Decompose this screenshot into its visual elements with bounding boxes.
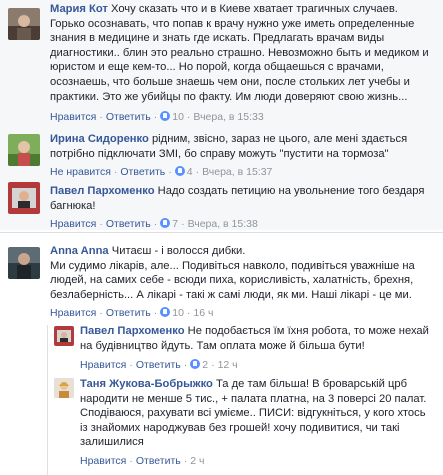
- comment-text-line: диагностики.. блин это реально страшно. …: [50, 46, 429, 59]
- comment-text-line: Хочу сказать что и в Киеве хватает траги…: [111, 3, 398, 15]
- avatar-photo-icon: [8, 247, 40, 279]
- like-count[interactable]: 2: [202, 359, 208, 371]
- comment-text-line: Та де там більша! В броварській црб: [215, 378, 408, 390]
- like-button[interactable]: Нравится: [50, 111, 96, 123]
- comment-author[interactable]: Павел Пархоменко: [50, 185, 155, 197]
- comment-author[interactable]: Павел Пархоменко: [80, 325, 185, 337]
- comment-author[interactable]: Таня Жукова-Бобрыжко: [80, 378, 213, 390]
- avatar-photo-icon: [8, 182, 40, 214]
- comment-text-line: юристом и еще кем-то... Но порой, когда …: [50, 61, 384, 74]
- like-count[interactable]: 10: [172, 307, 184, 319]
- comment-timestamp[interactable]: Вчера, в 15:38: [188, 218, 258, 230]
- comment-text-line: Сподіваюся, рахувати всі умієме.. ПИСИ: …: [80, 407, 426, 420]
- comment-text-line: рідним, звісно, зараз не цього, але мені…: [151, 133, 408, 145]
- comment-author[interactable]: Мария Кот: [50, 3, 108, 15]
- like-button[interactable]: Нравится: [80, 455, 126, 467]
- reply-button[interactable]: Ответить: [136, 359, 181, 371]
- comment-text-line: практики. Это же убийцы по факту. Им люд…: [50, 90, 408, 103]
- avatar[interactable]: [8, 247, 40, 279]
- like-count[interactable]: 10: [172, 111, 184, 123]
- like-count-icon: [160, 111, 171, 121]
- comment-author[interactable]: Ирина Сидоренко: [50, 133, 149, 145]
- reply-thread-line: [47, 325, 48, 475]
- comment-author[interactable]: Anna Anna: [50, 245, 109, 257]
- like-count-icon: [190, 359, 201, 369]
- avatar[interactable]: [8, 134, 40, 166]
- comment-actions: Нравится · Ответить · 2 ч: [80, 455, 205, 467]
- comment-actions: Не нравится · Ответить · 4 · Вчера, в 15:37: [50, 166, 273, 178]
- comment-timestamp[interactable]: Вчера, в 15:37: [202, 166, 272, 178]
- comment-text-line: із знайомих народжував без грошей! хочу …: [80, 421, 400, 434]
- like-button[interactable]: Нравится: [50, 307, 96, 319]
- reply-button[interactable]: Ответить: [106, 111, 151, 123]
- avatar[interactable]: [54, 326, 74, 346]
- thread-divider: [0, 232, 443, 233]
- like-count[interactable]: 4: [187, 166, 193, 178]
- like-count[interactable]: 7: [172, 218, 178, 230]
- comment-text-line: на будівництво йдуть. Там оплата може й …: [80, 339, 365, 352]
- avatar-photo-icon: [54, 326, 74, 346]
- comment-text-line: знания в медицине и знать где искать. Пр…: [50, 32, 385, 45]
- comment-text-line: людей, на самих себе - всюди пиха, корис…: [50, 274, 414, 287]
- comment-text-line: народити не менше 5 тис., + палата платн…: [80, 392, 427, 405]
- like-count-icon: [174, 166, 185, 176]
- avatar[interactable]: [8, 182, 40, 214]
- like-button[interactable]: Нравится: [80, 359, 126, 371]
- reply-button[interactable]: Ответить: [136, 455, 181, 467]
- comment-text-line: Читаєш - і волосся дибки.: [111, 245, 246, 257]
- unlike-button[interactable]: Не нравится: [50, 166, 111, 178]
- comment-text-line: Горько осознавать, что попав к врачу нуж…: [50, 17, 415, 30]
- reply-button[interactable]: Ответить: [120, 166, 165, 178]
- avatar-photo-icon: [54, 378, 74, 398]
- comment-timestamp[interactable]: 12 ч: [218, 359, 238, 371]
- comment-timestamp[interactable]: 2 ч: [190, 455, 204, 467]
- comment-actions: Нравится · Ответить · 2 · 12 ч: [80, 359, 238, 371]
- comment-timestamp[interactable]: Вчера, в 15:33: [193, 111, 263, 123]
- avatar[interactable]: [54, 378, 74, 398]
- comment-actions: Нравится · Ответить · 10 · 16 ч: [50, 307, 214, 319]
- comment-text-line: залишилися: [80, 436, 144, 449]
- avatar-photo-icon: [8, 8, 40, 40]
- reply-button[interactable]: Ответить: [106, 218, 151, 230]
- comment-text-line: Не подобається їм їхня робота, то може н…: [187, 325, 429, 337]
- reply-button[interactable]: Ответить: [106, 307, 151, 319]
- comment-text-line: безлаберність... А лікарі - такі ж самі …: [50, 288, 412, 301]
- comment-timestamp[interactable]: 16 ч: [193, 307, 213, 319]
- avatar-photo-icon: [8, 134, 40, 166]
- comment-text-line: потрібно підключати ЗМІ, бо справу можут…: [50, 147, 389, 160]
- avatar[interactable]: [8, 8, 40, 40]
- like-count-icon: [160, 307, 171, 317]
- comment-text-line: осознаешь, что больше знаешь чем они, по…: [50, 75, 410, 88]
- comment-text-line: Ми судимо лікарів, але... Подивіться нав…: [50, 259, 415, 272]
- comment-actions: Нравится · Ответить · 10 · Вчера, в 15:33: [50, 111, 264, 123]
- comment-actions: Нравится · Ответить · 7 · Вчера, в 15:38: [50, 218, 258, 230]
- comment-text-line: Надо создать петицию на увольнение того …: [157, 185, 425, 197]
- like-count-icon: [160, 218, 171, 228]
- like-button[interactable]: Нравится: [50, 218, 96, 230]
- comment-text-line: багнюка!: [50, 199, 96, 212]
